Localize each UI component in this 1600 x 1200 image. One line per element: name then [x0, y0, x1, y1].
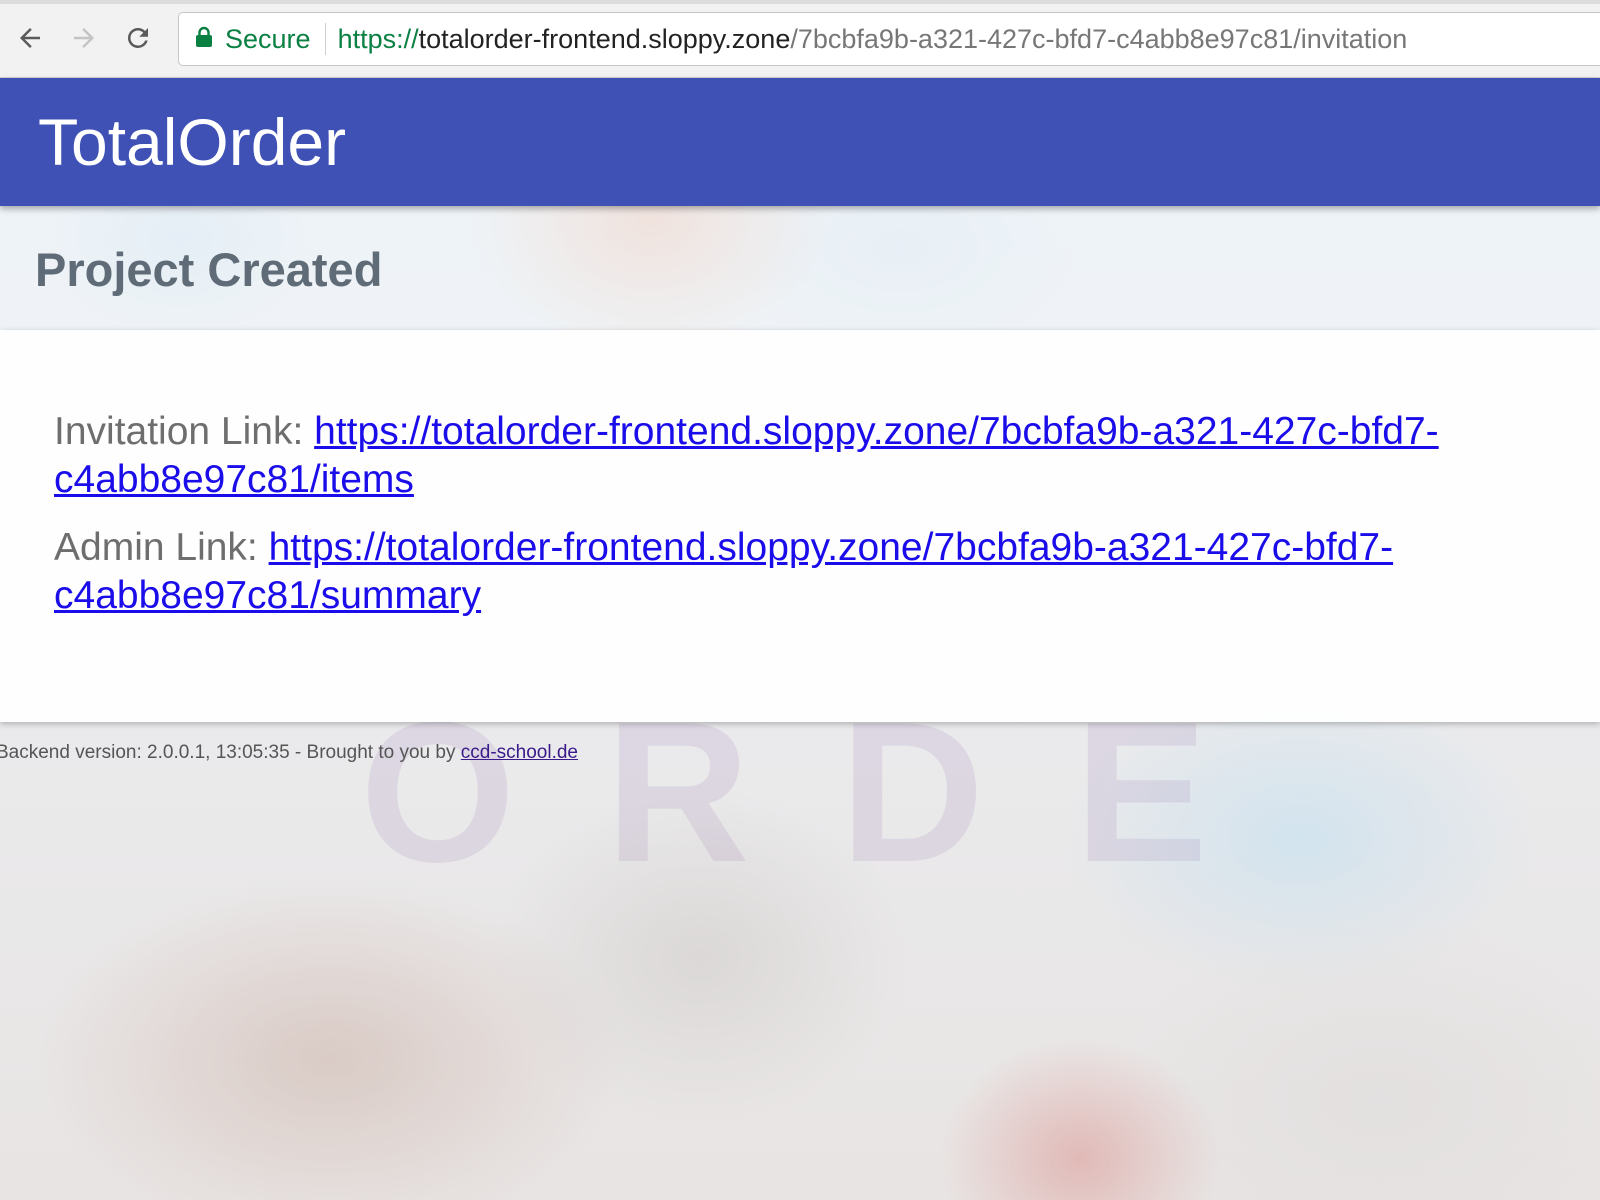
- url-scheme: https://: [337, 23, 419, 54]
- address-bar-divider: [324, 23, 326, 55]
- admin-link-label: Admin Link:: [54, 526, 258, 569]
- back-arrow-icon: [20, 28, 40, 48]
- invitation-link-row: Invitation Link: https://totalorder-fron…: [54, 408, 1554, 504]
- footer-version-text: Backend version: 2.0.0.1, 13:05:35 - Bro…: [0, 742, 456, 763]
- tab-strip: [0, 0, 1600, 4]
- admin-link-row: Admin Link: https://totalorder-frontend.…: [54, 524, 1554, 620]
- reload-button[interactable]: [118, 18, 158, 58]
- address-bar[interactable]: Secure https://totalorder-frontend.slopp…: [178, 12, 1600, 66]
- project-links-card: Invitation Link: https://totalorder-fron…: [0, 330, 1600, 722]
- page-title-band: Project Created: [0, 206, 1600, 330]
- secure-label: Secure: [225, 23, 311, 54]
- lock-icon: [195, 24, 213, 55]
- reload-icon: [127, 27, 148, 48]
- app-header: TotalOrder: [0, 78, 1600, 206]
- url-host: totalorder-frontend.sloppy.zone: [418, 23, 791, 54]
- forward-button[interactable]: [64, 18, 104, 58]
- footer: Backend version: 2.0.0.1, 13:05:35 - Bro…: [0, 742, 578, 764]
- footer-ccd-school-link[interactable]: ccd-school.de: [461, 742, 578, 763]
- browser-toolbar: Secure https://totalorder-frontend.slopp…: [0, 0, 1600, 78]
- page-title: Project Created: [35, 243, 383, 296]
- invitation-link-label: Invitation Link:: [54, 410, 304, 453]
- url-path: /7bcbfa9b-a321-427c-bfd7-c4abb8e97c81/in…: [790, 23, 1408, 54]
- app-title: TotalOrder: [38, 105, 347, 179]
- back-button[interactable]: [10, 18, 50, 58]
- forward-arrow-icon: [74, 28, 94, 48]
